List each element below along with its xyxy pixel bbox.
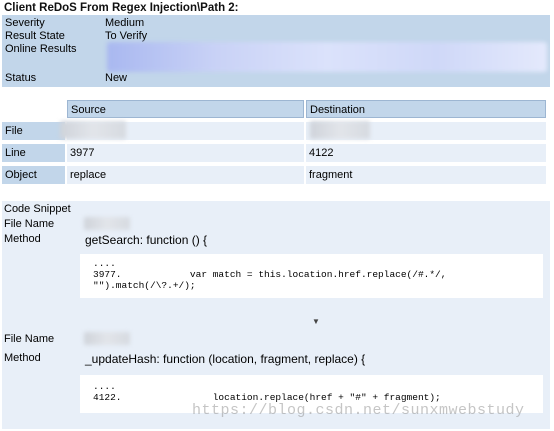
status-value: New [105,72,128,84]
code-snippet-heading: Code Snippet [4,203,71,215]
file-name-redacted-1 [84,217,130,230]
result-state-label: Result State [5,30,65,42]
line-source-cell: 3977 [67,144,304,162]
file-source-redacted [60,121,126,139]
flow-arrow-icon: ▼ [312,317,320,326]
watermark: https://blog.csdn.net/sunxmwebstudy [192,402,525,419]
result-title: Client ReDoS From Regex Injection\Path 2… [4,2,239,14]
object-destination-cell: fragment [306,166,546,184]
row-label-line: Line [2,144,65,162]
severity-value: Medium [105,17,145,29]
method-signature-1: getSearch: function () { [85,233,208,247]
file-destination-redacted [310,121,370,139]
column-header-source: Source [67,100,304,118]
line-destination-cell: 4122 [306,144,546,162]
online-results-label: Online Results [5,43,77,55]
code-block-source: .... 3977. var match = this.location.hre… [80,254,543,298]
method-label-2: Method [4,352,41,364]
column-header-destination: Destination [306,100,546,118]
method-signature-2: _updateHash: function (location, fragmen… [85,352,366,366]
row-label-object: Object [2,166,65,184]
status-label: Status [5,72,37,84]
file-name-label-2: File Name [4,333,55,345]
result-state-value: To Verify [105,30,148,42]
summary-panel: Severity Medium Result State To Verify O… [2,15,550,87]
file-name-redacted-2 [84,332,130,345]
severity-label: Severity [5,17,45,29]
row-label-file: File [2,122,65,140]
online-results-link-redacted[interactable] [107,42,547,72]
file-name-label-1: File Name [4,218,55,230]
method-label-1: Method [4,233,41,245]
object-source-cell: replace [67,166,304,184]
